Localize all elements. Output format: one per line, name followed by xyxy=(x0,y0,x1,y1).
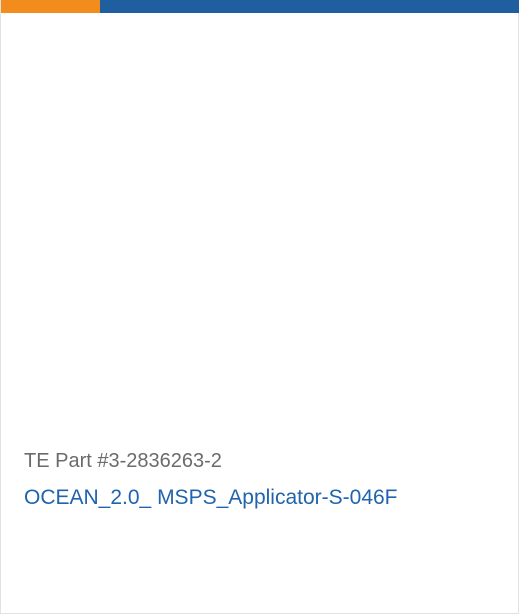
product-name-link[interactable]: OCEAN_2.0_ MSPS_Applicator-S-046F xyxy=(24,486,398,510)
product-card[interactable]: TE Part #3-2836263-2 OCEAN_2.0_ MSPS_App… xyxy=(0,0,519,614)
accent-bar-orange xyxy=(1,0,100,13)
accent-bar-blue xyxy=(100,0,519,13)
part-number-label: TE Part #3-2836263-2 xyxy=(24,450,222,472)
product-image-area[interactable] xyxy=(1,13,519,433)
card-accent-bar xyxy=(1,0,519,13)
